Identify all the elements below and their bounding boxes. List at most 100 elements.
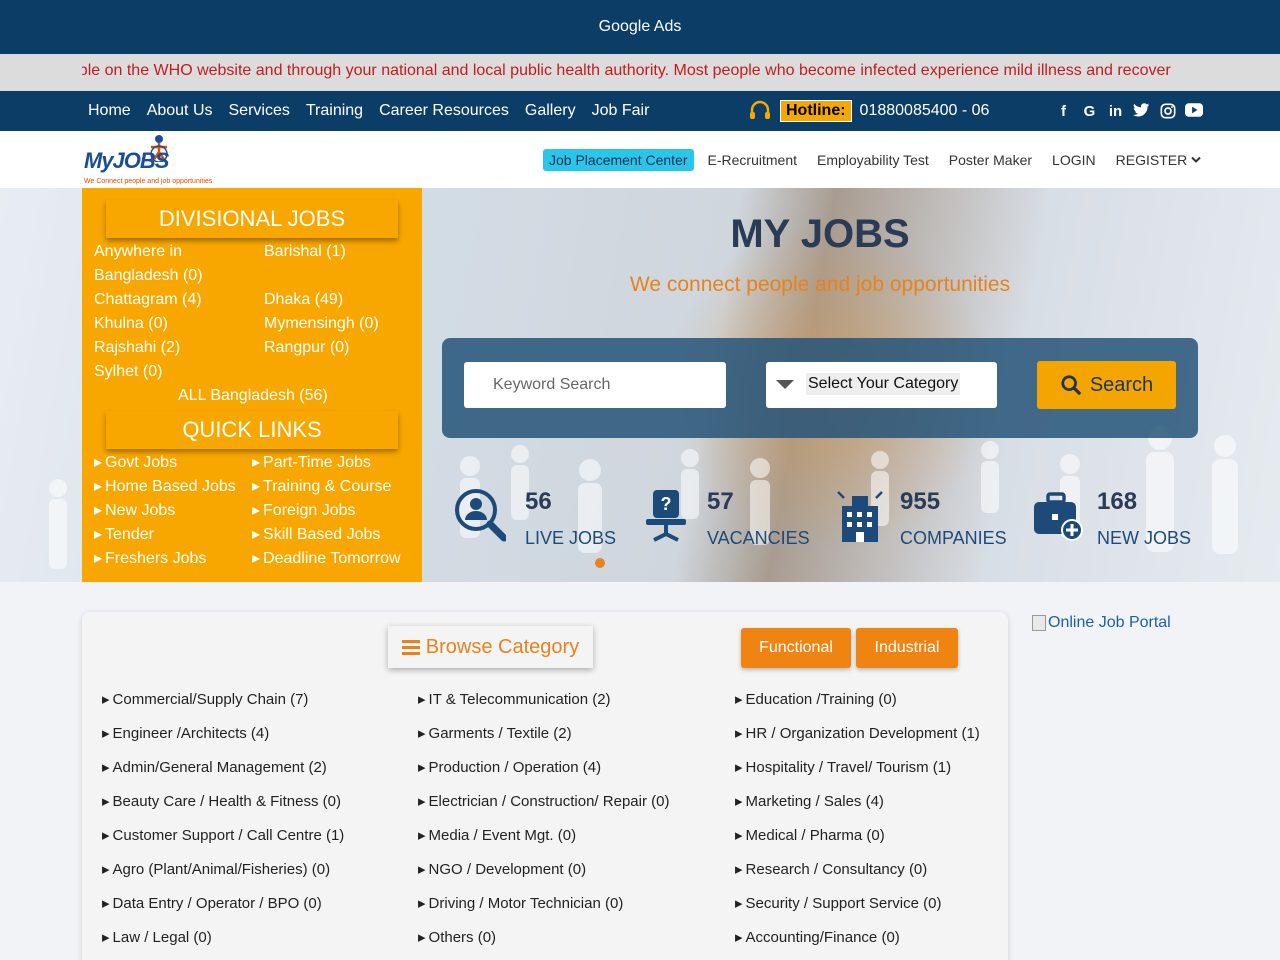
quick-link-tender[interactable]: Tender — [94, 523, 154, 547]
division-dhaka[interactable]: Dhaka (49) — [264, 288, 343, 312]
quick-link-part-time[interactable]: Part-Time Jobs — [252, 451, 371, 475]
division-sylhet[interactable]: Sylhet (0) — [94, 360, 162, 384]
register-label: REGISTER — [1115, 152, 1188, 168]
category-item[interactable]: Research / Consultancy (0) — [735, 860, 928, 880]
category-item[interactable]: Hospitality / Travel/ Tourism (1) — [735, 758, 952, 778]
quick-link-freshers[interactable]: Freshers Jobs — [94, 547, 206, 571]
employability-test-link[interactable]: Employability Test — [817, 152, 929, 168]
nav-job-fair[interactable]: Job Fair — [592, 102, 650, 120]
category-item[interactable]: Agro (Plant/Animal/Fisheries) (0) — [102, 860, 331, 880]
category-item[interactable]: Security / Support Service (0) — [735, 894, 942, 914]
hotline-number[interactable]: 01880085400 - 06 — [860, 102, 990, 120]
category-item[interactable]: Media / Event Mgt. (0) — [418, 826, 577, 846]
division-mymensingh[interactable]: Mymensingh (0) — [264, 312, 379, 336]
category-item[interactable]: Others (0) — [418, 928, 497, 948]
search-people-icon — [455, 489, 506, 542]
quick-link-govt-jobs[interactable]: Govt Jobs — [94, 451, 177, 475]
poster-maker-link[interactable]: Poster Maker — [949, 152, 1032, 168]
facebook-icon[interactable]: f — [1055, 103, 1072, 120]
category-select[interactable]: Select Your Category — [766, 362, 997, 408]
nav-gallery[interactable]: Gallery — [525, 102, 576, 120]
building-icon — [837, 491, 883, 542]
dropdown-arrow-icon — [776, 380, 794, 389]
category-item[interactable]: Data Entry / Operator / BPO (0) — [102, 894, 322, 914]
logo-tagline: We Connect people and job opportunities — [84, 178, 213, 185]
quick-link-skill-based[interactable]: Skill Based Jobs — [252, 523, 380, 547]
category-item[interactable]: Engineer /Architects (4) — [102, 724, 270, 744]
category-item[interactable]: Medical / Pharma (0) — [735, 826, 885, 846]
job-placement-center-link[interactable]: Job Placement Center — [543, 149, 694, 171]
division-chattagram[interactable]: Chattagram (4) — [94, 288, 202, 312]
category-item[interactable]: NGO / Development (0) — [418, 860, 587, 880]
category-item[interactable]: Education /Training (0) — [735, 690, 897, 710]
category-item[interactable]: Customer Support / Call Centre (1) — [102, 826, 345, 846]
browse-category-panel: Browse Category Functional Industrial Co… — [82, 612, 1008, 960]
browse-category-label: Browse Category — [425, 635, 580, 658]
division-rangpur[interactable]: Rangpur (0) — [264, 336, 349, 360]
quick-link-training[interactable]: Training & Course — [252, 475, 391, 499]
login-link[interactable]: LOGIN — [1052, 152, 1096, 168]
hotline: Hotline: 01880085400 - 06 — [748, 91, 989, 131]
stat-companies: 955 COMPANIES — [834, 488, 1014, 548]
online-job-portal-image[interactable]: Online Job Portal — [1032, 614, 1171, 632]
category-item[interactable]: Driving / Motor Technician (0) — [418, 894, 624, 914]
search-button[interactable]: Search — [1037, 361, 1176, 409]
category-item[interactable]: Garments / Textile (2) — [418, 724, 572, 744]
myjobs-logo[interactable]: MyJOBS We Connect people and job opportu… — [84, 134, 224, 186]
category-item[interactable]: IT & Telecommunication (2) — [418, 690, 611, 710]
svg-text:?: ? — [661, 494, 672, 514]
headset-icon — [750, 100, 770, 119]
hero-title: MY JOBS — [730, 212, 910, 256]
hero-tagline: We connect people and job opportunities — [629, 273, 1011, 296]
twitter-icon[interactable] — [1133, 102, 1150, 120]
category-item[interactable]: HR / Organization Development (1) — [735, 724, 980, 744]
category-item[interactable]: Law / Legal (0) — [102, 928, 212, 948]
category-item[interactable]: Marketing / Sales (4) — [735, 792, 884, 812]
youtube-icon[interactable] — [1185, 102, 1203, 120]
instagram-icon[interactable] — [1159, 103, 1176, 120]
hotline-label: Hotline: — [780, 100, 852, 122]
stat-companies-value: 955 — [900, 488, 941, 515]
nav-career-resources[interactable]: Career Resources — [379, 102, 509, 120]
ads-label: Google Ads — [598, 18, 682, 35]
nav-training[interactable]: Training — [306, 102, 363, 120]
left-sidebar: DIVISIONAL JOBS Anywhere in Bangladesh (… — [82, 188, 422, 582]
google-ads-banner[interactable]: Google Ads — [0, 0, 1280, 54]
ticker-text: available on the WHO website and through… — [82, 62, 1171, 79]
division-all-bangladesh[interactable]: ALL Bangladesh (56) — [178, 384, 328, 408]
register-dropdown[interactable]: REGISTER — [1116, 152, 1202, 168]
broken-image-icon — [1032, 615, 1046, 631]
nav-about-us[interactable]: About Us — [147, 102, 213, 120]
nav-home[interactable]: Home — [88, 102, 131, 120]
category-item[interactable]: Commercial/Supply Chain (7) — [102, 690, 309, 710]
division-anywhere[interactable]: Anywhere in Bangladesh (0) — [94, 240, 244, 288]
carousel-dot[interactable] — [595, 558, 605, 568]
briefcase-plus-icon — [1034, 492, 1083, 541]
google-icon[interactable]: G — [1081, 103, 1098, 120]
division-khulna[interactable]: Khulna (0) — [94, 312, 168, 336]
stat-new-jobs-label: NEW JOBS — [1097, 528, 1192, 548]
search-panel: Select Your Category Search — [442, 338, 1198, 438]
search-button-label: Search — [1089, 373, 1154, 396]
nav-services[interactable]: Services — [229, 102, 290, 120]
quick-link-foreign[interactable]: Foreign Jobs — [252, 499, 356, 523]
keyword-search-input[interactable] — [464, 362, 726, 408]
stat-new-jobs-value: 168 — [1097, 488, 1138, 515]
division-rajshahi[interactable]: Rajshahi (2) — [94, 336, 180, 360]
category-item[interactable]: Accounting/Finance (0) — [735, 928, 900, 948]
category-item[interactable]: Beauty Care / Health & Fitness (0) — [102, 792, 341, 812]
stat-live-jobs-label: LIVE JOBS — [525, 528, 617, 548]
e-recruitment-link[interactable]: E-Recruitment — [708, 152, 797, 168]
quick-link-new-jobs[interactable]: New Jobs — [94, 499, 175, 523]
category-item[interactable]: Production / Operation (4) — [418, 758, 602, 778]
stat-vacancies: ? 57 VACANCIES — [640, 488, 810, 548]
linkedin-icon[interactable]: in — [1107, 103, 1124, 120]
browse-category-heading[interactable]: Browse Category — [388, 626, 593, 668]
category-item[interactable]: Electrician / Construction/ Repair (0) — [418, 792, 670, 812]
tab-industrial[interactable]: Industrial — [856, 628, 958, 668]
division-barishal[interactable]: Barishal (1) — [264, 240, 346, 264]
tab-functional[interactable]: Functional — [741, 628, 851, 668]
quick-link-deadline-tomorrow[interactable]: Deadline Tomorrow — [252, 547, 401, 571]
quick-link-home-based[interactable]: Home Based Jobs — [94, 475, 236, 499]
category-item[interactable]: Admin/General Management (2) — [102, 758, 327, 778]
